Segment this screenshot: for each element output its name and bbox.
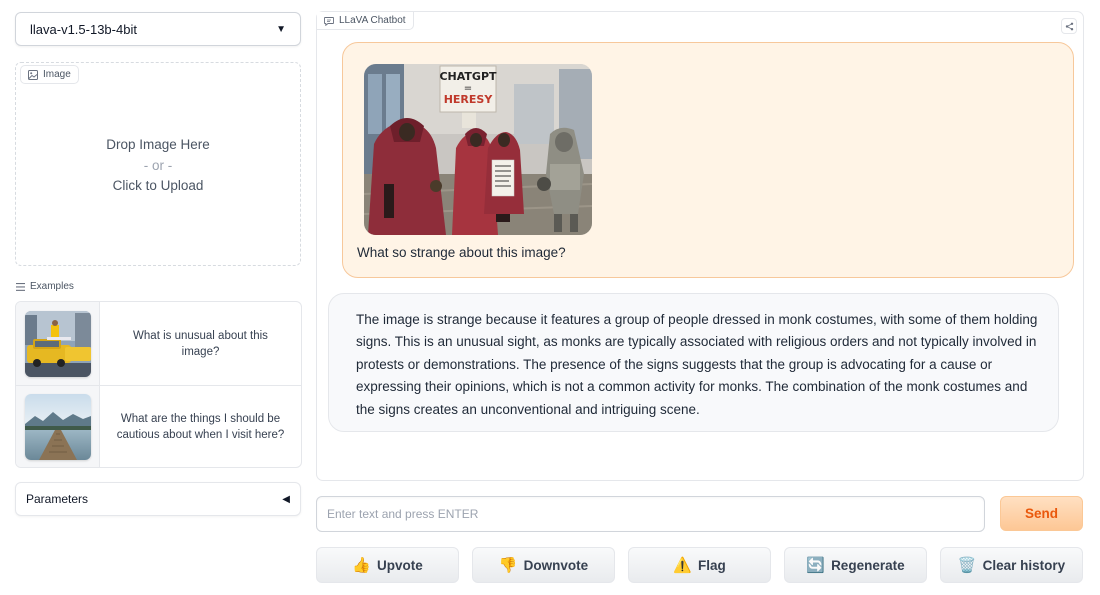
example-row[interactable]: What are the things I should be cautious… — [16, 385, 301, 467]
upvote-button[interactable]: 👍 Upvote — [316, 547, 459, 583]
lake-pier-thumbnail — [24, 394, 91, 460]
send-button[interactable]: Send — [1000, 496, 1083, 531]
regenerate-button[interactable]: 🔄 Regenerate — [784, 547, 927, 583]
parameters-label: Parameters — [26, 492, 89, 506]
image-upload-area[interactable]: Image Drop Image Here - or - Click to Up… — [15, 62, 301, 266]
example-text: What are the things I should be cautious… — [116, 413, 285, 441]
trash-icon: 🗑️ — [957, 557, 977, 574]
bot-message-text: The image is strange because it features… — [356, 312, 1038, 417]
share-icon — [1065, 22, 1073, 30]
image-block-label: Image — [20, 65, 79, 84]
warning-icon: ⚠️ — [673, 557, 692, 574]
examples-label: Examples — [16, 281, 74, 292]
flag-button[interactable]: ⚠️ Flag — [628, 547, 771, 583]
flag-label: Flag — [697, 557, 726, 573]
or-separator: - or - — [143, 157, 173, 173]
regenerate-label: Regenerate — [831, 557, 905, 573]
thumbs-up-icon: 👍 — [352, 557, 371, 574]
downvote-label: Downvote — [523, 557, 589, 573]
example-text: What is unusual about this image? — [133, 329, 268, 358]
drop-image-text: Drop Image Here — [106, 137, 210, 152]
example-row[interactable]: What is unusual about this image? — [16, 302, 301, 385]
sign-line-1: CHATGPT — [439, 70, 497, 83]
examples-label-text: Examples — [30, 281, 74, 292]
sign-line-3: HERESY — [444, 93, 494, 106]
downvote-button[interactable]: 👎 Downvote — [472, 547, 615, 583]
user-message-text: What so strange about this image? — [357, 245, 566, 260]
user-message-bubble: CHATGPT = HERESY What so strange about t… — [342, 42, 1074, 278]
click-to-upload-text: Click to Upload — [112, 178, 204, 193]
clear-history-button[interactable]: 🗑️ Clear history — [940, 547, 1083, 583]
model-dropdown-value: llava-v1.5-13b-4bit — [30, 21, 137, 37]
bot-message-bubble: The image is strange because it features… — [328, 293, 1059, 432]
chatbot-panel: LLaVA Chatbot CHATGPT = HERESY What so s… — [316, 11, 1084, 481]
chatbot-block-label: LLaVA Chatbot — [317, 12, 414, 30]
upvote-label: Upvote — [376, 557, 423, 573]
image-label-text: Image — [43, 69, 71, 80]
refresh-icon: 🔄 — [806, 557, 826, 574]
thumbs-down-icon: 👎 — [498, 557, 518, 574]
chatbot-label-text: LLaVA Chatbot — [339, 15, 406, 26]
clear-history-label: Clear history — [982, 557, 1066, 573]
chat-input[interactable] — [316, 496, 985, 532]
list-icon — [16, 282, 25, 291]
chat-bubble-icon — [324, 16, 334, 26]
monk-protest-image: CHATGPT = HERESY — [364, 64, 592, 235]
chevron-down-icon: ▼ — [276, 23, 286, 35]
taxi-ironing-thumbnail — [24, 310, 91, 377]
share-button[interactable] — [1061, 18, 1077, 34]
parameters-accordion[interactable]: Parameters ◀ — [15, 482, 301, 516]
triangle-left-icon: ◀ — [282, 493, 290, 505]
image-icon — [28, 69, 38, 80]
model-dropdown[interactable]: llava-v1.5-13b-4bit ▼ — [15, 12, 301, 46]
examples-table: What is unusual about this image? What a… — [15, 301, 302, 468]
